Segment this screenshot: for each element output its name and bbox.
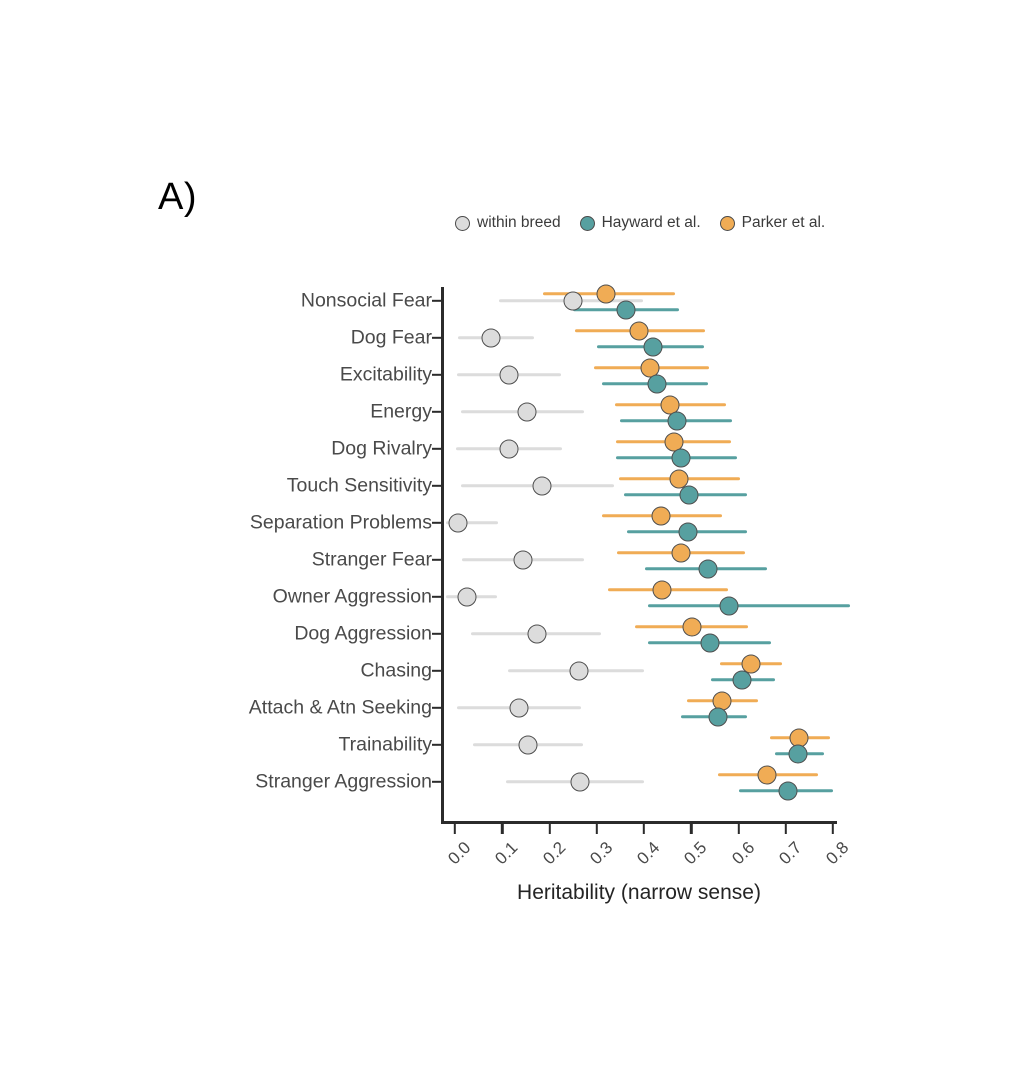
scatter-plot: Nonsocial Fear Dog Fear Excitability Energy…: [0, 0, 1011, 1070]
x-axis-tick-label: 0.4: [633, 838, 664, 869]
x-axis-tick-label: 0.7: [775, 838, 806, 869]
y-axis-tick: [432, 632, 442, 636]
data-point: [570, 772, 590, 792]
data-point: [499, 365, 519, 385]
x-axis-tick-label: 0.3: [586, 838, 617, 869]
confidence-interval-line: [647, 603, 850, 608]
data-point: [679, 485, 699, 504]
x-axis-tick-label: 0.1: [491, 838, 522, 869]
y-axis-label: Trainability: [338, 733, 432, 756]
data-point: [616, 300, 636, 319]
data-point: [678, 522, 698, 541]
y-axis-tick: [432, 410, 442, 414]
y-axis-label: Dog Aggression: [294, 622, 432, 645]
data-point: [499, 439, 519, 459]
y-axis-tick: [432, 299, 442, 303]
data-point: [448, 513, 468, 533]
data-point: [596, 284, 616, 303]
x-axis-tick: [548, 824, 551, 834]
data-point: [667, 411, 687, 430]
y-axis-tick: [432, 669, 442, 673]
data-point: [563, 291, 583, 311]
data-point: [517, 402, 537, 422]
data-point: [698, 559, 718, 578]
x-axis-tick: [595, 824, 598, 834]
figure-panel-a: A) within breed Hayward et al. Parker et a…: [0, 0, 1011, 1070]
x-axis-tick: [831, 824, 835, 834]
y-axis-label: Chasing: [360, 659, 432, 682]
y-axis-label: Owner Aggression: [272, 585, 432, 608]
x-axis-tick: [453, 824, 457, 834]
data-point: [629, 321, 649, 340]
x-axis-tick: [737, 824, 740, 834]
data-point: [527, 624, 547, 644]
data-point: [788, 744, 808, 763]
data-point: [757, 765, 777, 784]
x-axis-tick-label: 0.2: [538, 838, 569, 869]
data-point: [457, 587, 477, 607]
y-axis-label: Energy: [370, 400, 432, 423]
x-axis-tick-label: 0.5: [680, 838, 711, 869]
data-point: [732, 670, 752, 689]
data-point: [700, 633, 720, 652]
data-point: [513, 550, 533, 570]
y-axis-line: [441, 287, 444, 823]
data-point: [481, 328, 501, 348]
x-axis-tick-label: 0.0: [444, 838, 475, 869]
y-axis-tick: [432, 484, 442, 488]
data-point: [518, 735, 538, 755]
x-axis-tick: [784, 824, 787, 834]
y-axis-tick: [432, 336, 442, 340]
data-point: [532, 476, 552, 496]
x-axis-tick-label: 0.6: [727, 838, 758, 869]
y-axis-tick: [432, 706, 442, 710]
y-axis-label: Nonsocial Fear: [300, 289, 432, 312]
y-axis-tick: [432, 743, 442, 747]
data-point: [682, 617, 702, 636]
y-axis-label: Dog Rivalry: [331, 437, 432, 460]
data-point: [671, 543, 691, 562]
data-point: [647, 374, 667, 393]
data-point: [643, 337, 663, 356]
y-axis-label: Separation Problems: [249, 511, 432, 534]
y-axis-label: Stranger Fear: [311, 548, 432, 571]
y-axis-tick: [432, 558, 442, 562]
y-axis-tick: [432, 373, 442, 377]
x-axis-tick: [690, 824, 693, 834]
y-axis-label: Excitability: [339, 363, 432, 386]
data-point: [569, 661, 589, 681]
y-axis-tick: [432, 780, 442, 784]
data-point: [708, 707, 728, 726]
y-axis-labels: Nonsocial Fear Dog Fear Excitability Energy…: [0, 0, 432, 1070]
y-axis-tick: [432, 521, 442, 525]
y-axis-tick: [432, 447, 442, 451]
x-axis-tick: [642, 824, 646, 834]
data-point: [719, 596, 739, 615]
x-axis-tick-label: 0.8: [822, 838, 853, 869]
y-axis-label: Attach & Atn Seeking: [248, 696, 432, 719]
y-axis-label: Stranger Aggression: [255, 770, 432, 793]
data-point: [651, 506, 671, 525]
x-axis-title: Heritability (narrow sense): [517, 881, 761, 904]
x-axis-tick: [501, 824, 504, 834]
data-point: [671, 448, 691, 467]
y-axis-tick: [432, 595, 442, 599]
data-point: [778, 781, 798, 800]
data-point: [652, 580, 672, 599]
y-axis-label: Dog Fear: [350, 326, 432, 349]
data-point: [509, 698, 529, 718]
y-axis-label: Touch Sensitivity: [286, 474, 432, 497]
